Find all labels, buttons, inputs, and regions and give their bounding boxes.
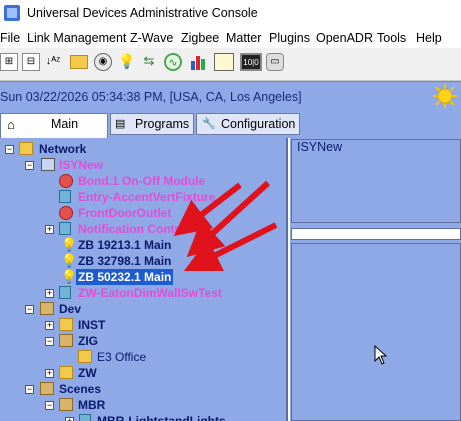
folder-icon xyxy=(40,382,54,395)
folder-icon xyxy=(40,302,54,315)
prohibited-icon xyxy=(59,174,73,188)
tab-programs-label: Programs xyxy=(135,117,190,131)
tree-label: ZW-EatonDimWallSwTest xyxy=(78,286,222,300)
tab-configuration[interactable]: 🔧 Configuration xyxy=(196,113,300,135)
bar-chart-icon[interactable] xyxy=(190,53,208,71)
collapse-toggle[interactable]: − xyxy=(25,385,34,394)
sort-az-icon[interactable]: ↓ᴬᶻ xyxy=(44,53,62,71)
tree-label: FrontDoorOutlet xyxy=(78,206,172,220)
folder-icon xyxy=(59,334,73,347)
tab-programs[interactable]: ▤ Programs xyxy=(110,113,194,135)
expand-toggle[interactable]: + xyxy=(45,289,54,298)
collapse-toggle[interactable]: − xyxy=(25,161,34,170)
tree-label: ZB 32798.1 Main xyxy=(78,254,172,268)
menu-plugins[interactable]: Plugins xyxy=(269,31,310,45)
tree-label: INST xyxy=(78,318,106,332)
menu-bar: File Link Management Z-Wave Zigbee Matte… xyxy=(0,28,461,48)
wave-icon[interactable]: ∿ xyxy=(164,53,182,71)
annotation-arrows xyxy=(173,180,278,272)
lightbulb-icon: 💡 xyxy=(61,269,78,284)
device-node-icon xyxy=(59,286,71,299)
lower-details-panel xyxy=(291,243,461,421)
folder-icon xyxy=(19,142,33,155)
collapse-all-icon[interactable]: ⊟ xyxy=(22,53,40,71)
link-icon[interactable]: ⇆ xyxy=(140,53,158,71)
horizontal-scrollbar[interactable] xyxy=(291,228,461,240)
tab-main-label: Main xyxy=(51,117,79,131)
menu-openadr[interactable]: OpenADR xyxy=(316,31,373,45)
tree-label: Scenes xyxy=(59,382,102,396)
tree-label: ISYNew xyxy=(59,158,104,172)
folder-icon xyxy=(59,366,73,379)
tab-configuration-label: Configuration xyxy=(221,117,296,131)
tree-label: ZB 19213.1 Main xyxy=(78,238,172,252)
device-node-icon xyxy=(59,190,71,203)
wrench-icon: 🔧 xyxy=(202,118,216,130)
tree-label: E3 Office xyxy=(97,350,147,364)
tree-label: MBR-LightstandLights xyxy=(97,414,226,421)
expand-toggle[interactable]: + xyxy=(45,369,54,378)
menu-zwave[interactable]: Z-Wave xyxy=(130,31,173,45)
folder-icon xyxy=(59,398,73,411)
tree-label: ZIG xyxy=(78,334,98,348)
collapse-toggle[interactable]: − xyxy=(45,337,54,346)
menu-file[interactable]: File xyxy=(0,31,20,45)
tree-label: ZW xyxy=(78,366,97,380)
expand-all-icon[interactable]: ⊞ xyxy=(0,53,18,71)
tree-label: Network xyxy=(39,142,87,156)
tab-main[interactable]: ⌂ Main xyxy=(0,113,108,138)
tree-label: Dev xyxy=(59,302,82,316)
device-node-icon xyxy=(59,222,71,235)
panel-title: ISYNew xyxy=(297,140,343,154)
mouse-cursor-icon xyxy=(374,345,388,365)
binary-icon[interactable]: 10|0 xyxy=(240,53,262,71)
toolbar: ⊞ ⊟ ↓ᴬᶻ ◉ 💡 ⇆ ∿ 10|0 ▭ xyxy=(0,48,461,81)
toggle-icon[interactable]: ▭ xyxy=(266,53,284,71)
lightbulb-icon[interactable]: 💡 xyxy=(118,53,136,71)
document-icon: ▤ xyxy=(115,118,126,130)
menu-help[interactable]: Help xyxy=(416,31,442,45)
tree-label: ZB 50232.1 Main xyxy=(76,269,174,285)
datetime-label: Sun 03/22/2026 05:34:38 PM, [USA, CA, Lo… xyxy=(0,90,302,104)
lightbulb-icon: 💡 xyxy=(61,237,78,252)
expand-toggle[interactable]: + xyxy=(45,321,54,330)
folder-icon xyxy=(78,350,92,363)
menu-zigbee[interactable]: Zigbee xyxy=(181,31,219,45)
app-icon xyxy=(4,5,20,21)
menu-tools[interactable]: Tools xyxy=(377,31,406,45)
window-icon[interactable] xyxy=(214,53,234,71)
collapse-toggle[interactable]: − xyxy=(5,145,14,154)
prohibited-icon xyxy=(59,206,73,220)
status-bar: Sun 03/22/2026 05:34:38 PM, [USA, CA, Lo… xyxy=(0,81,461,112)
collapse-toggle[interactable]: − xyxy=(45,401,54,410)
scene-node-icon xyxy=(79,414,91,421)
tree-label: MBR xyxy=(78,398,106,412)
window-title: Universal Devices Administrative Console xyxy=(27,6,258,20)
lightbulb-icon: 💡 xyxy=(61,253,78,268)
folder-icon xyxy=(59,318,73,331)
expand-toggle[interactable]: + xyxy=(45,225,54,234)
menu-link-management[interactable]: Link Management xyxy=(27,31,126,45)
palette-icon[interactable]: ◉ xyxy=(94,53,112,71)
collapse-toggle[interactable]: − xyxy=(25,305,34,314)
sun-icon xyxy=(433,84,457,108)
menu-matter[interactable]: Matter xyxy=(226,31,261,45)
expand-toggle[interactable]: + xyxy=(65,417,74,421)
computer-icon xyxy=(41,158,55,171)
folder-icon[interactable] xyxy=(70,55,88,69)
home-icon: ⌂ xyxy=(7,117,15,132)
